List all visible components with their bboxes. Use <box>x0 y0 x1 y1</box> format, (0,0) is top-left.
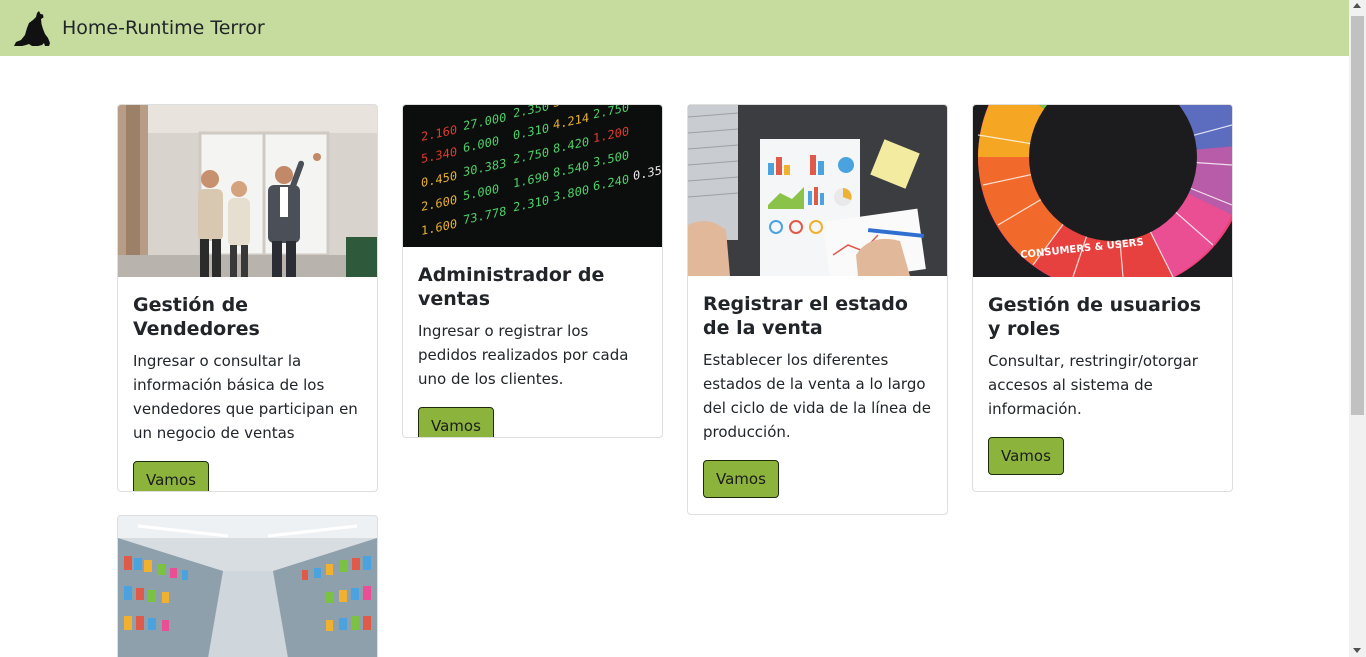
card-vendedores: Gestión de Vendedores Ingresar o consult… <box>117 104 378 492</box>
scroll-up-icon[interactable] <box>1353 3 1361 8</box>
brand-title[interactable]: Home-Runtime Terror <box>62 17 265 39</box>
card-text: Ingresar o consultar la información bási… <box>133 352 358 442</box>
card-title: Gestión de Vendedores <box>133 294 260 340</box>
wolf-logo-icon[interactable] <box>12 8 52 48</box>
vamos-button[interactable]: Vamos <box>988 437 1064 475</box>
card-image-analytics <box>688 105 947 276</box>
card-usuarios-roles: CONSUMERS & USERS Gestión de usuarios y … <box>972 104 1233 492</box>
card-text: Establecer los diferentes estados de la … <box>703 351 931 441</box>
card-administrador-ventas: 2.160 27.000 2.350 5.690 4.494 5.340 6.0… <box>402 104 663 438</box>
card-image-color-wheel: CONSUMERS & USERS <box>973 105 1232 277</box>
vamos-button[interactable]: Vamos <box>703 460 779 498</box>
card-title: Registrar el estado de la venta <box>703 293 908 339</box>
card-supermarket <box>117 515 378 657</box>
card-title: Administrador de ventas <box>418 264 605 310</box>
scroll-down-icon[interactable] <box>1353 648 1361 653</box>
card-estado-venta: Registrar el estado de la venta Establec… <box>687 104 948 515</box>
card-text: Ingresar o registrar los pedidos realiza… <box>418 322 629 388</box>
navbar: Home-Runtime Terror <box>0 0 1349 56</box>
card-text: Consultar, restringir/otorgar accesos al… <box>988 352 1198 418</box>
scroll-thumb[interactable] <box>1351 16 1364 415</box>
card-image-sellers <box>118 105 377 277</box>
vamos-button[interactable]: Vamos <box>133 461 209 491</box>
scrollbar[interactable] <box>1349 0 1366 657</box>
vamos-button[interactable]: Vamos <box>418 407 494 437</box>
card-title: Gestión de usuarios y roles <box>988 294 1202 340</box>
card-image-stock-board: 2.160 27.000 2.350 5.690 4.494 5.340 6.0… <box>403 105 662 247</box>
card-image-supermarket-aisle <box>118 516 377 657</box>
